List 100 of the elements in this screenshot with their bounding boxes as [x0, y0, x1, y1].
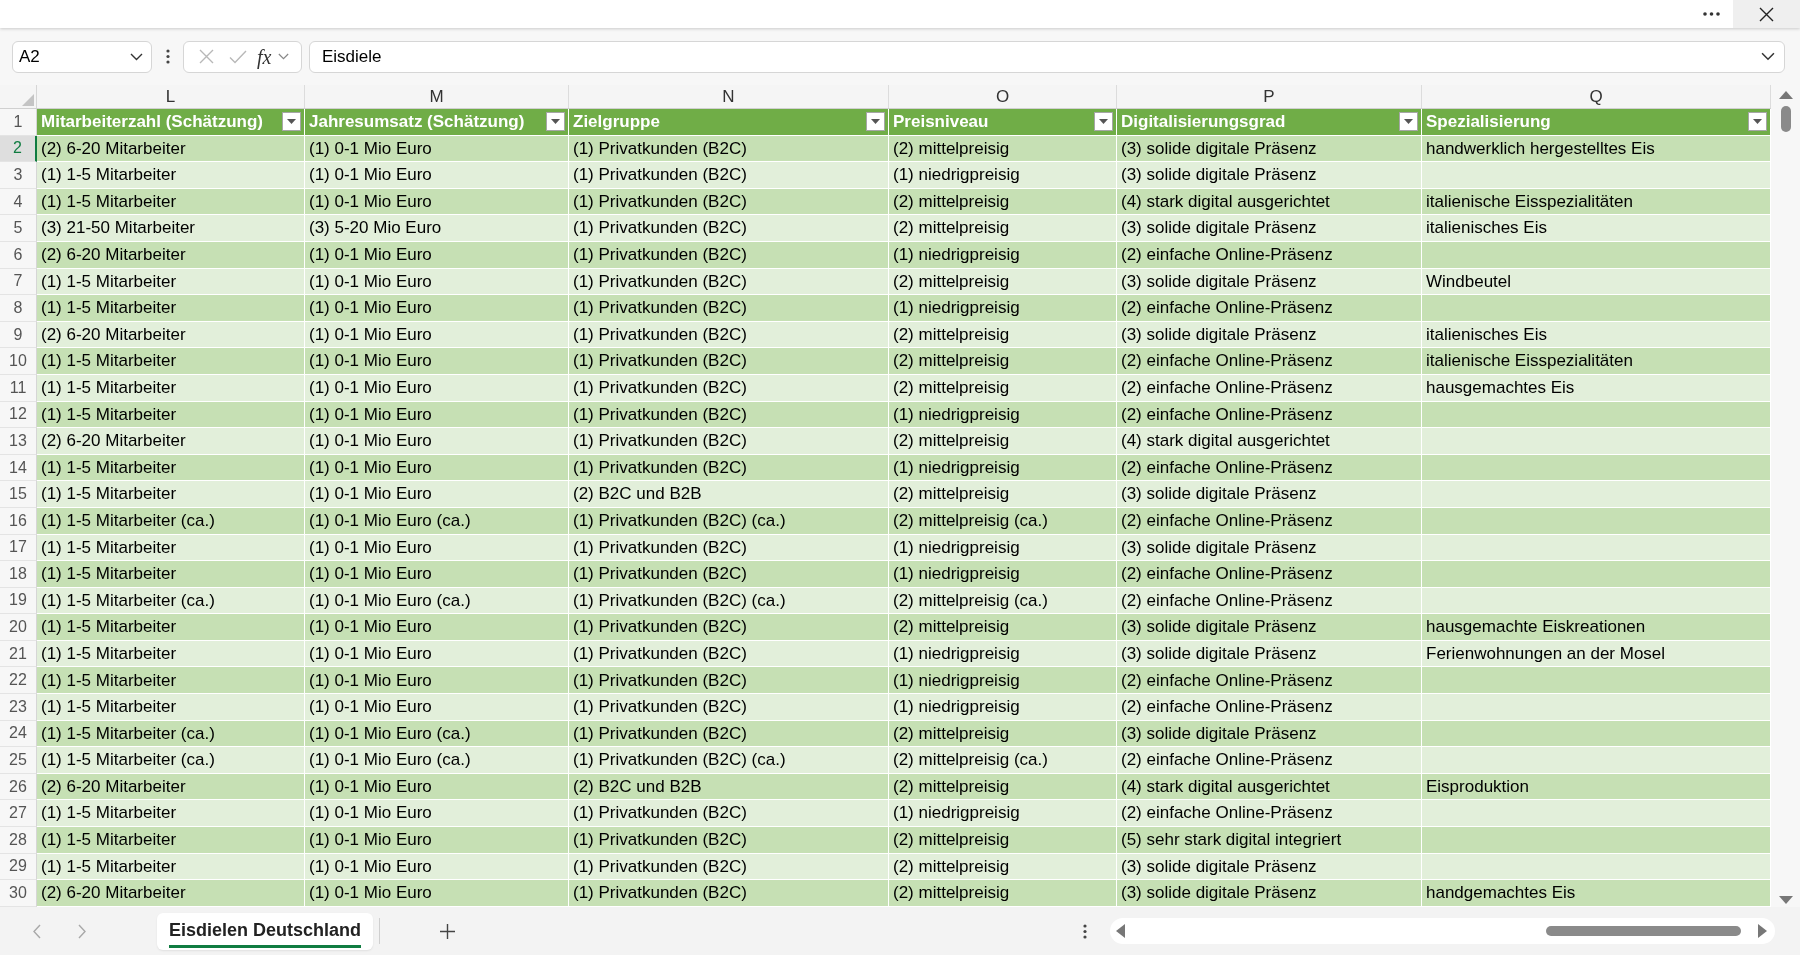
- row-number[interactable]: 6: [0, 241, 37, 269]
- caret-down-icon: [287, 119, 296, 125]
- row-number[interactable]: 4: [0, 188, 37, 216]
- caret-down-icon: [1404, 119, 1413, 125]
- column-letter[interactable]: N: [569, 85, 889, 108]
- row-number[interactable]: 25: [0, 747, 37, 774]
- row-number[interactable]: 11: [0, 374, 37, 402]
- table-cell: (3) solide digitale Präsenz: [1117, 640, 1422, 668]
- row-number[interactable]: 28: [0, 827, 37, 854]
- table-cell: (1) 0-1 Mio Euro: [305, 853, 569, 881]
- table-cell: (1) 1-5 Mitarbeiter: [37, 561, 305, 588]
- row-number[interactable]: 7: [0, 268, 37, 296]
- row-number[interactable]: 26: [0, 773, 37, 801]
- table-cell: (1) 1-5 Mitarbeiter: [37, 268, 305, 296]
- horizontal-scrollbar[interactable]: [1110, 918, 1775, 944]
- table-cell: (1) Privatkunden (B2C): [569, 640, 889, 668]
- table-cell: (1) 0-1 Mio Euro: [305, 162, 569, 189]
- scroll-right-triangle-icon[interactable]: [1758, 924, 1767, 938]
- row-number[interactable]: 2: [0, 135, 37, 163]
- formula-field[interactable]: Eisdiele: [309, 40, 1785, 73]
- table-cell: (1) Privatkunden (B2C): [569, 667, 889, 695]
- row-number[interactable]: 15: [0, 481, 37, 508]
- table-cell: (4) stark digital ausgerichtet: [1117, 188, 1422, 216]
- row-number[interactable]: 19: [0, 587, 37, 615]
- scroll-left-triangle-icon[interactable]: [1116, 924, 1125, 938]
- vertical-dots-icon[interactable]: [1083, 923, 1087, 939]
- row-number[interactable]: 21: [0, 640, 37, 668]
- scrollbar-thumb[interactable]: [1546, 926, 1741, 936]
- sheet-tab[interactable]: Eisdielen Deutschland: [157, 912, 374, 950]
- row-number[interactable]: 17: [0, 534, 37, 562]
- row-number[interactable]: 16: [0, 507, 37, 535]
- table-cell: (3) 5-20 Mio Euro: [305, 215, 569, 242]
- row-number[interactable]: 9: [0, 321, 37, 349]
- close-button[interactable]: [1733, 0, 1800, 28]
- row-number[interactable]: 18: [0, 561, 37, 588]
- table-cell: (1) Privatkunden (B2C): [569, 295, 889, 322]
- table-cell: (1) Privatkunden (B2C): [569, 880, 889, 907]
- table-cell: (2) einfache Online-Präsenz: [1117, 747, 1422, 774]
- table-cell: (1) niedrigpreisig: [889, 561, 1117, 588]
- filter-button[interactable]: [866, 112, 885, 132]
- plus-icon: [439, 923, 455, 939]
- column-letter[interactable]: P: [1117, 85, 1422, 108]
- row-number[interactable]: 5: [0, 215, 37, 242]
- row-number[interactable]: 10: [0, 348, 37, 375]
- chevron-left-icon: [33, 923, 41, 939]
- row-number[interactable]: 1: [0, 109, 37, 136]
- row-number[interactable]: 27: [0, 800, 37, 828]
- caret-down-icon: [871, 119, 880, 125]
- table-cell: (3) solide digitale Präsenz: [1117, 135, 1422, 163]
- table-cell: (1) Privatkunden (B2C): [569, 401, 889, 429]
- table-cell: (1) 0-1 Mio Euro: [305, 348, 569, 375]
- row-number[interactable]: 8: [0, 295, 37, 322]
- name-box[interactable]: A2: [12, 40, 152, 73]
- table-cell: (1) Privatkunden (B2C): [569, 428, 889, 455]
- table-cell: (1) 0-1 Mio Euro: [305, 374, 569, 402]
- table-cell: (3) solide digitale Präsenz: [1117, 853, 1422, 881]
- row-number[interactable]: 23: [0, 694, 37, 721]
- vertical-scrollbar[interactable]: [1771, 85, 1800, 907]
- table-cell: (1) Privatkunden (B2C): [569, 268, 889, 296]
- row-number[interactable]: 12: [0, 401, 37, 429]
- row-number[interactable]: 24: [0, 720, 37, 748]
- table-cell: (2) mittelpreisig: [889, 614, 1117, 641]
- table-cell: (1) Privatkunden (B2C): [569, 348, 889, 375]
- filter-button[interactable]: [282, 112, 301, 132]
- table-cell: (1) 1-5 Mitarbeiter: [37, 162, 305, 189]
- table-cell: (2) 6-20 Mitarbeiter: [37, 321, 305, 349]
- table-cell: (1) Privatkunden (B2C): [569, 614, 889, 641]
- filter-button[interactable]: [1748, 112, 1767, 132]
- table-cell: (3) solide digitale Präsenz: [1117, 268, 1422, 296]
- table-cell: (1) 0-1 Mio Euro: [305, 135, 569, 163]
- row-number[interactable]: 14: [0, 454, 37, 482]
- table-cell: (1) 0-1 Mio Euro: [305, 534, 569, 562]
- table-cell: (1) Privatkunden (B2C): [569, 215, 889, 242]
- row-number[interactable]: 29: [0, 853, 37, 881]
- filter-button[interactable]: [1399, 112, 1418, 132]
- column-letter[interactable]: M: [305, 85, 569, 108]
- row-number[interactable]: 30: [0, 880, 37, 907]
- filter-button[interactable]: [546, 112, 565, 132]
- table-cell: (4) stark digital ausgerichtet: [1117, 773, 1422, 801]
- scroll-up-triangle-icon[interactable]: [1778, 91, 1793, 99]
- table-cell: (1) niedrigpreisig: [889, 534, 1117, 562]
- filter-button[interactable]: [1094, 112, 1113, 132]
- table-cell: (1) Privatkunden (B2C): [569, 534, 889, 562]
- row-number[interactable]: 22: [0, 667, 37, 695]
- table-cell: (2) mittelpreisig: [889, 853, 1117, 881]
- row-number[interactable]: 20: [0, 614, 37, 641]
- table-cell: (2) mittelpreisig (ca.): [889, 507, 1117, 535]
- column-letter[interactable]: O: [889, 85, 1117, 108]
- row-number[interactable]: 3: [0, 162, 37, 189]
- column-letter[interactable]: L: [37, 85, 305, 108]
- insert-function-button[interactable]: fx: [254, 41, 275, 72]
- table-cell: (2) einfache Online-Präsenz: [1117, 241, 1422, 269]
- scroll-down-triangle-icon[interactable]: [1778, 896, 1793, 904]
- row-number[interactable]: 13: [0, 428, 37, 455]
- scrollbar-thumb[interactable]: [1780, 106, 1791, 132]
- vertical-dots-icon[interactable]: [165, 49, 170, 64]
- table-cell: (1) 1-5 Mitarbeiter: [37, 188, 305, 216]
- table-cell: (2) einfache Online-Präsenz: [1117, 800, 1422, 828]
- table-cell: (2) mittelpreisig: [889, 720, 1117, 748]
- table-cell: (1) 0-1 Mio Euro: [305, 667, 569, 695]
